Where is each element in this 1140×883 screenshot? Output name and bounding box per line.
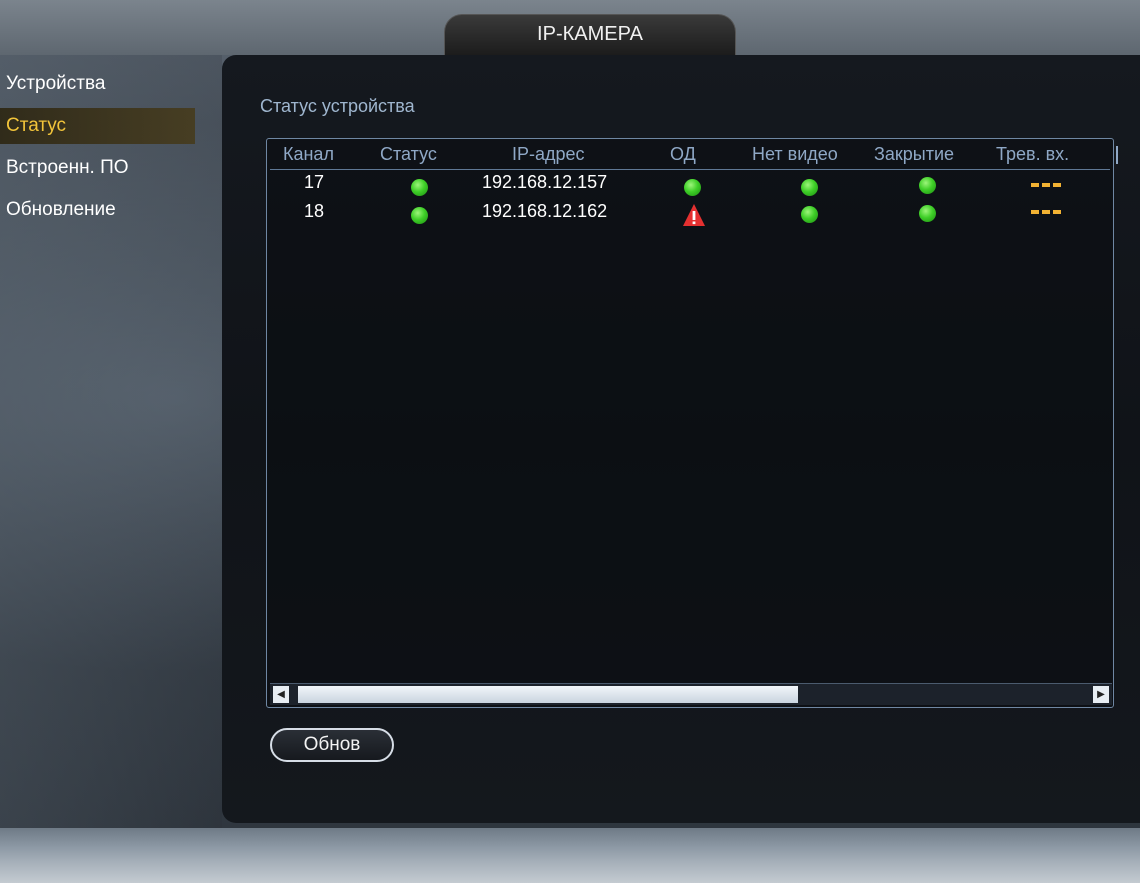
green-dot-icon (411, 179, 428, 196)
scroll-right-arrow-icon[interactable]: ▶ (1093, 686, 1109, 703)
dash-icon (1031, 183, 1061, 187)
sidebar-item-update[interactable]: Обновление (0, 192, 195, 228)
dash-icon (1031, 210, 1061, 214)
green-dot-icon (411, 207, 428, 224)
column-header-no-video[interactable]: Нет видео (752, 144, 838, 165)
column-header-partial (1116, 146, 1118, 164)
section-title: Статус устройства (260, 96, 415, 116)
refresh-button[interactable]: Обнов (270, 728, 394, 762)
cell-ip: 192.168.12.162 (482, 201, 608, 221)
cell-channel: 18 (304, 201, 325, 221)
column-header-channel[interactable]: Канал (283, 144, 334, 165)
column-header-od[interactable]: ОД (670, 144, 696, 165)
scroll-left-arrow-icon[interactable]: ◀ (273, 686, 289, 703)
green-dot-icon (801, 206, 818, 223)
sidebar-item-devices[interactable]: Устройства (0, 66, 195, 102)
green-dot-icon (684, 179, 701, 196)
bottom-bezel (0, 828, 1140, 883)
horizontal-scrollbar[interactable]: ◀ ▶ (270, 683, 1112, 705)
column-header-closure[interactable]: Закрытие (874, 144, 954, 165)
green-dot-icon (919, 177, 936, 194)
column-header-alarm-in[interactable]: Трев. вх. (996, 144, 1069, 165)
header-divider (270, 169, 1110, 170)
cell-ip: 192.168.12.157 (482, 172, 608, 192)
window-title: IP-КАМЕРА (444, 14, 736, 55)
sidebar-item-status[interactable]: Статус (0, 108, 195, 144)
green-dot-icon (919, 205, 936, 222)
scrollbar-thumb[interactable] (298, 686, 798, 703)
warning-triangle-icon (683, 204, 705, 226)
green-dot-icon (801, 179, 818, 196)
column-header-status[interactable]: Статус (380, 144, 437, 165)
column-header-ip[interactable]: IP-адрес (512, 144, 585, 165)
sidebar-item-firmware[interactable]: Встроенн. ПО (0, 150, 195, 186)
cell-channel: 17 (304, 172, 325, 192)
